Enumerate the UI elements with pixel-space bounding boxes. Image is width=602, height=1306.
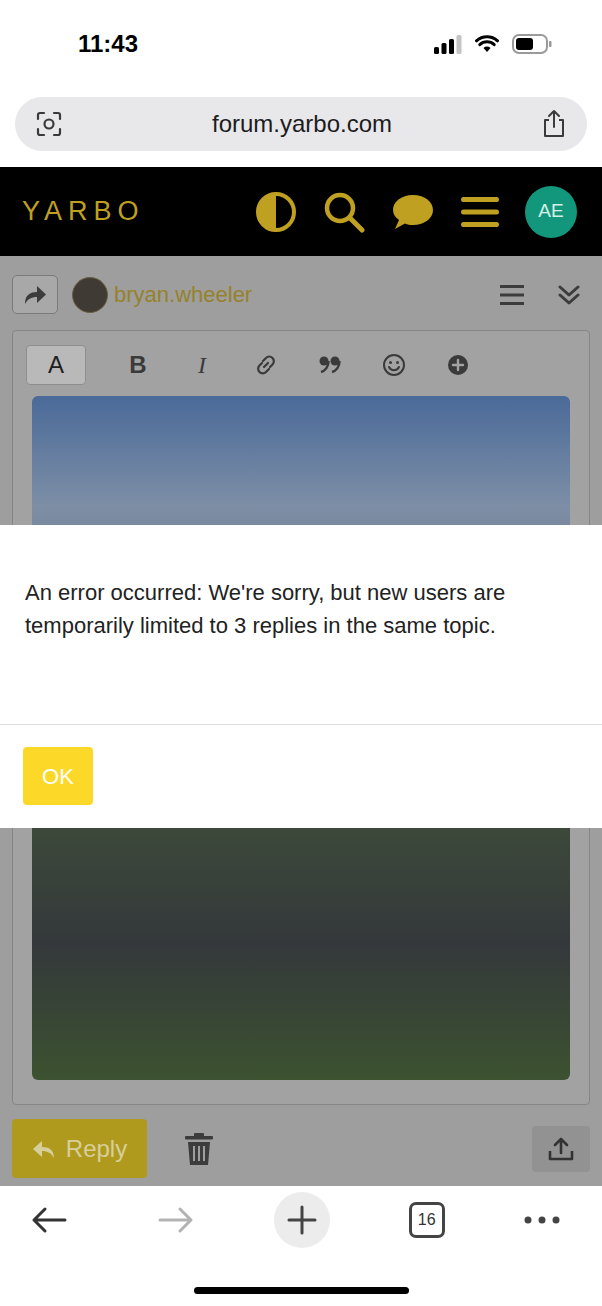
avatar-initials: AE <box>538 197 563 226</box>
upload-icon <box>548 1137 574 1161</box>
reply-type-button[interactable] <box>12 275 58 314</box>
editor-toolbar: A B I <box>13 331 589 385</box>
clock: 11:43 <box>78 26 138 62</box>
browser-toolbar: 16 <box>0 1186 602 1306</box>
reply-username[interactable]: bryan.wheeler <box>114 278 252 311</box>
reply-button[interactable]: Reply <box>12 1119 147 1178</box>
screen: 11:43 <box>0 0 602 1306</box>
camera-scan-icon[interactable] <box>35 110 63 138</box>
more-icon[interactable] <box>524 1216 560 1224</box>
upload-button[interactable] <box>532 1126 590 1172</box>
list-icon[interactable] <box>500 284 524 306</box>
plus-circle-icon <box>447 354 469 376</box>
theme-toggle-icon[interactable] <box>255 191 297 233</box>
emoji-button[interactable] <box>362 345 426 385</box>
link-button[interactable] <box>234 345 298 385</box>
trash-icon[interactable] <box>185 1133 213 1165</box>
error-message: An error occurred: We're sorry, but new … <box>25 576 577 642</box>
address-bar[interactable]: forum.yarbo.com <box>15 97 587 151</box>
status-bar: 11:43 <box>0 0 602 88</box>
wifi-icon <box>475 35 499 53</box>
back-arrow-icon[interactable] <box>31 1206 67 1234</box>
url-text[interactable]: forum.yarbo.com <box>212 106 392 142</box>
reply-icon <box>32 1139 56 1159</box>
forward-arrow-icon <box>23 284 47 306</box>
user-avatar[interactable]: AE <box>525 186 577 238</box>
collapse-icon[interactable] <box>558 284 580 306</box>
menu-icon[interactable] <box>461 195 499 229</box>
italic-button[interactable]: I <box>180 345 224 385</box>
new-tab-button[interactable] <box>274 1192 330 1248</box>
user-avatar <box>72 277 108 313</box>
forward-arrow-icon[interactable] <box>158 1206 194 1234</box>
quote-icon <box>319 356 341 374</box>
ok-button[interactable]: OK <box>23 747 93 805</box>
error-dialog: An error occurred: We're sorry, but new … <box>0 525 602 828</box>
font-label: A <box>48 347 64 383</box>
chat-icon[interactable] <box>391 192 435 232</box>
search-icon[interactable] <box>323 191 365 233</box>
share-icon[interactable] <box>541 109 567 139</box>
bold-button[interactable]: B <box>116 345 160 385</box>
site-header: YARBO AE <box>0 167 602 256</box>
signal-icon <box>434 34 462 54</box>
font-button[interactable]: A <box>26 345 86 385</box>
site-logo[interactable]: YARBO <box>22 191 145 232</box>
bold-label: B <box>129 347 146 383</box>
ok-label: OK <box>42 760 74 793</box>
tab-count: 16 <box>418 1208 436 1232</box>
quote-button[interactable] <box>298 345 362 385</box>
link-icon <box>254 353 278 377</box>
more-options-button[interactable] <box>426 345 490 385</box>
home-indicator <box>194 1287 409 1294</box>
smiley-icon <box>382 353 406 377</box>
reply-label: Reply <box>66 1131 127 1167</box>
italic-label: I <box>198 347 206 383</box>
plus-icon <box>287 1205 317 1235</box>
tabs-button[interactable]: 16 <box>409 1202 445 1238</box>
battery-icon <box>512 34 552 54</box>
